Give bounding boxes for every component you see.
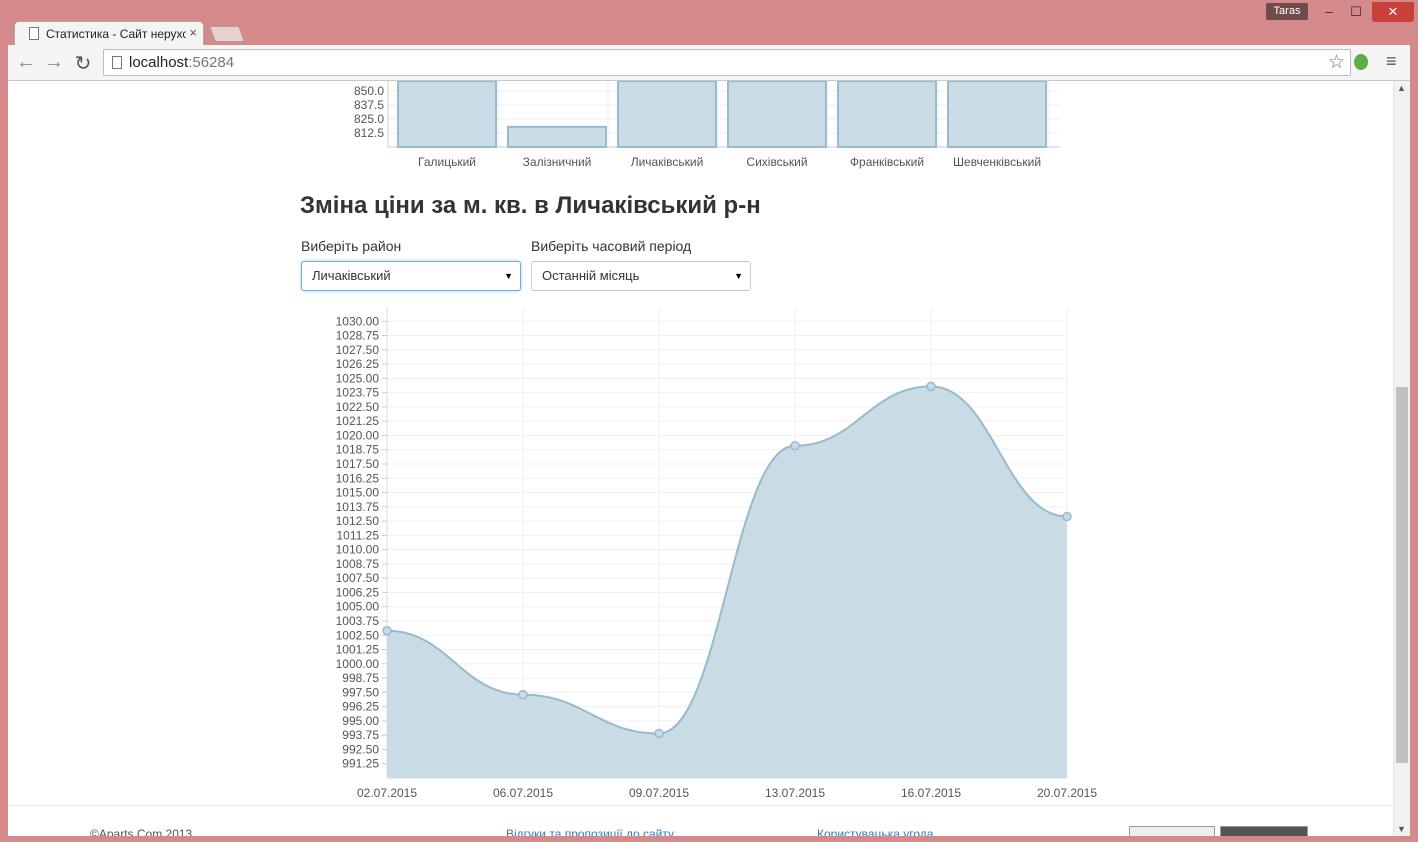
- y-tick-label: 1005.00: [336, 600, 380, 614]
- y-tick-label: 1020.00: [336, 428, 380, 442]
- tab-title: Статистика - Сайт нерухо: [46, 27, 186, 41]
- scroll-up-icon[interactable]: ▲: [1397, 83, 1406, 93]
- x-tick-label: 13.07.2015: [765, 786, 825, 800]
- feedback-link[interactable]: Відгуки та пропозиції до сайту: [506, 827, 674, 836]
- y-tick-label: 1002.50: [336, 628, 380, 642]
- page-viewport: 850.0 837.5 825.0 812.5 Галицький Залізничний…: [8, 81, 1410, 836]
- y-tick-label: 1015.00: [336, 486, 380, 500]
- scroll-thumb[interactable]: [1396, 387, 1408, 763]
- y-tick-label: 995.00: [342, 714, 379, 728]
- x-tick-label: 16.07.2015: [901, 786, 961, 800]
- y-tick-label: 1012.50: [336, 514, 380, 528]
- page-icon: [112, 56, 122, 69]
- terms-link[interactable]: Користувацька угода: [817, 827, 933, 836]
- y-tick-label: 1003.75: [336, 614, 380, 628]
- data-point: [1062, 511, 1072, 522]
- counter-badge: [1129, 826, 1215, 836]
- data-point: [654, 728, 664, 739]
- y-tick-label: 998.75: [342, 671, 379, 685]
- y-tick-label: 1001.25: [336, 643, 380, 657]
- url-text: localhost:56284: [129, 54, 234, 71]
- bookmark-star-icon[interactable]: ☆: [1328, 51, 1345, 74]
- y-tick-label: 993.75: [342, 728, 379, 742]
- y-tick-label: 1028.75: [336, 329, 380, 343]
- user-badge[interactable]: Taras: [1266, 3, 1308, 20]
- y-tick-label: 1007.50: [336, 571, 380, 585]
- y-tick-label: 1016.25: [336, 471, 380, 485]
- y-tick-label: 1017.50: [336, 457, 380, 471]
- data-point: [790, 440, 800, 451]
- y-tick-label: 1006.25: [336, 585, 380, 599]
- y-tick-label: 1023.75: [336, 386, 380, 400]
- minimize-button[interactable]: –: [1318, 2, 1340, 22]
- area-fill: [387, 386, 1067, 778]
- y-tick-label: 1011.25: [337, 528, 380, 542]
- y-tick-label: 1027.50: [336, 343, 380, 357]
- y-tick-label: 1030.00: [336, 314, 380, 328]
- data-point: [926, 381, 936, 392]
- back-icon[interactable]: ←: [14, 51, 38, 74]
- url-host: localhost: [129, 54, 189, 71]
- y-tick-label: 996.25: [342, 700, 379, 714]
- y-tick-label: 1025.00: [336, 371, 380, 385]
- page-icon: [29, 27, 39, 40]
- y-tick-label: 991.25: [342, 757, 379, 771]
- footer: ©Aparts.Com 2013 Відгуки та пропозиції д…: [8, 805, 1393, 836]
- x-tick-label: 09.07.2015: [629, 786, 689, 800]
- y-tick-label: 992.50: [342, 742, 379, 756]
- extension-icon[interactable]: [1354, 54, 1368, 70]
- new-tab-button[interactable]: [209, 26, 245, 42]
- x-tick-label: 20.07.2015: [1037, 786, 1097, 800]
- forward-icon[interactable]: →: [42, 51, 66, 74]
- scroll-down-icon[interactable]: ▼: [1397, 824, 1406, 834]
- reload-icon[interactable]: ↻: [71, 51, 95, 76]
- y-tick-label: 1026.25: [336, 357, 380, 371]
- url-port: :56284: [188, 54, 235, 71]
- y-tick-label: 1022.50: [336, 400, 380, 414]
- tab-close-icon[interactable]: ×: [189, 25, 197, 40]
- x-tick-label: 06.07.2015: [493, 786, 553, 800]
- y-tick-label: 1000.00: [336, 657, 380, 671]
- browser-window: Taras – ☐ ✕ Статистика - Сайт нерухо × ←…: [0, 0, 1418, 842]
- x-tick-label: 02.07.2015: [357, 786, 417, 800]
- vertical-scrollbar[interactable]: ▲ ▼: [1393, 81, 1410, 836]
- y-tick-label: 997.50: [342, 685, 379, 699]
- y-tick-label: 1018.75: [336, 443, 380, 457]
- close-window-button[interactable]: ✕: [1372, 2, 1414, 22]
- y-tick-label: 1021.25: [336, 414, 380, 428]
- menu-icon[interactable]: ≡: [1386, 51, 1397, 72]
- y-tick-label: 1010.00: [336, 543, 380, 557]
- maximize-button[interactable]: ☐: [1344, 2, 1368, 22]
- data-point: [518, 689, 528, 700]
- y-tick-label: 1013.75: [336, 500, 380, 514]
- browser-toolbar: ← → ↻ localhost:56284 ☆ ≡: [8, 45, 1410, 81]
- browser-tab[interactable]: Статистика - Сайт нерухо ×: [14, 21, 204, 46]
- copyright: ©Aparts.Com 2013: [90, 827, 193, 836]
- y-tick-label: 1008.75: [336, 557, 380, 571]
- social-badge: [1220, 826, 1308, 836]
- address-bar[interactable]: localhost:56284 ☆: [103, 49, 1351, 76]
- price-line-chart: 1030.001028.751027.501026.251025.001023.…: [336, 307, 1097, 800]
- data-point: [382, 625, 392, 636]
